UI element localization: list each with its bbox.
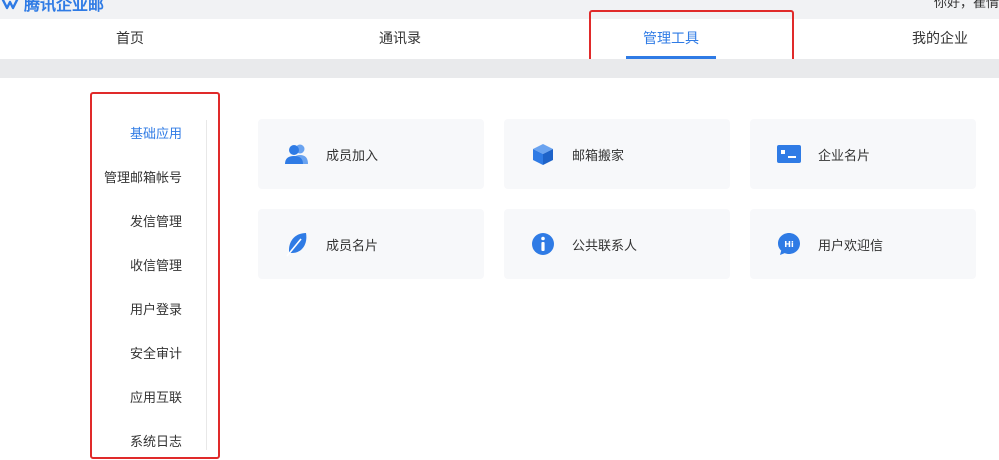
sidebar-item-send-management[interactable]: 发信管理 — [130, 211, 182, 230]
logo[interactable]: 腾讯企业邮 — [0, 0, 104, 14]
tool-card-member-join[interactable]: 成员加入 — [258, 119, 484, 189]
info-icon — [530, 231, 556, 257]
main-nav: 首页 通讯录 管理工具 我的企业 — [0, 19, 999, 59]
tool-label: 企业名片 — [818, 148, 871, 164]
tab-home[interactable]: 首页 — [100, 19, 160, 59]
members-icon — [284, 141, 310, 167]
svg-text:Hi: Hi — [784, 240, 794, 249]
logo-icon — [1, 0, 19, 10]
sidebar-item-basic-apps[interactable]: 基础应用 — [130, 123, 182, 142]
feather-icon — [284, 231, 310, 257]
box-icon — [530, 141, 556, 167]
hi-icon: Hi — [776, 231, 802, 257]
sidebar: 基础应用 管理邮箱帐号 发信管理 收信管理 用户登录 安全审计 应用互联 系统日… — [92, 114, 208, 454]
tool-card-mailbox-migration[interactable]: 邮箱搬家 — [504, 119, 730, 189]
sidebar-item-receive-management[interactable]: 收信管理 — [130, 255, 182, 274]
card-icon — [776, 141, 802, 167]
tab-admin-tools[interactable]: 管理工具 — [626, 19, 716, 59]
sidebar-item-system-log[interactable]: 系统日志 — [130, 431, 182, 450]
tab-contacts[interactable]: 通讯录 — [360, 19, 440, 59]
tool-card-public-contacts[interactable]: 公共联系人 — [504, 209, 730, 279]
sidebar-item-app-interconnect[interactable]: 应用互联 — [130, 387, 182, 406]
tab-my-company[interactable]: 我的企业 — [900, 19, 980, 59]
tool-label: 公共联系人 — [572, 238, 638, 254]
content-divider — [0, 59, 999, 78]
sidebar-item-admin-accounts[interactable]: 管理邮箱帐号 — [104, 167, 182, 186]
tool-card-company-card[interactable]: 企业名片 — [750, 119, 976, 189]
tool-label: 成员名片 — [326, 238, 379, 254]
user-greeting: 你好，崔情 — [933, 0, 999, 11]
tool-card-welcome-letter[interactable]: Hi 用户欢迎信 — [750, 209, 976, 279]
sidebar-item-security-audit[interactable]: 安全审计 — [130, 343, 182, 362]
tool-label: 成员加入 — [326, 148, 379, 164]
tool-card-member-card[interactable]: 成员名片 — [258, 209, 484, 279]
sidebar-item-user-login[interactable]: 用户登录 — [130, 299, 182, 318]
logo-text: 腾讯企业邮 — [24, 0, 105, 14]
top-bar: 腾讯企业邮 你好，崔情 — [0, 0, 999, 19]
tool-label: 用户欢迎信 — [818, 238, 884, 254]
tool-label: 邮箱搬家 — [572, 148, 625, 164]
